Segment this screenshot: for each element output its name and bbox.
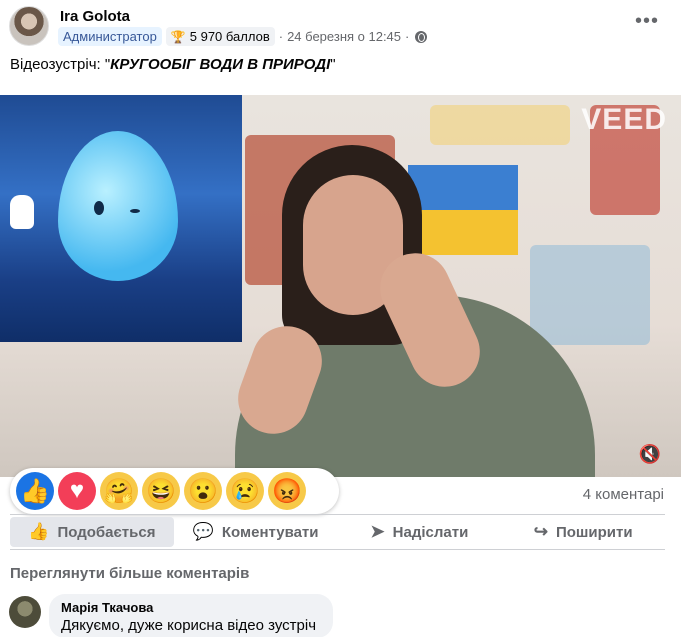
video-player[interactable]: VEED 🔇 xyxy=(0,95,681,477)
role-badge[interactable]: Администратор xyxy=(58,27,162,46)
post-text: Відеозустріч: "КРУГООБІГ ВОДИ В ПРИРОДІ" xyxy=(10,56,336,73)
trophy-icon: 🏆 xyxy=(170,29,186,44)
view-more-comments-link[interactable]: Переглянути більше коментарів xyxy=(10,565,249,582)
post-text-quote-close: " xyxy=(330,56,336,73)
love-reaction-icon[interactable]: ♥ xyxy=(58,472,96,510)
like-label: Подобається xyxy=(57,523,156,541)
meta-separator: · xyxy=(278,29,284,44)
globe-icon xyxy=(415,30,428,43)
mute-icon[interactable]: 🔇 xyxy=(639,444,661,465)
reaction-picker: 👍 ♥ 🤗 😆 😮 😢 😡 xyxy=(10,468,339,514)
share-icon: ↪ xyxy=(533,522,548,541)
wow-reaction-icon[interactable]: 😮 xyxy=(184,472,222,510)
wall-decoration xyxy=(430,105,570,145)
care-reaction-icon[interactable]: 🤗 xyxy=(100,472,138,510)
thumbs-up-icon: 👍 xyxy=(28,522,50,541)
comments-count[interactable]: 4 коментарі xyxy=(583,486,664,503)
post-actions-bar: 👍 Подобається 💬 Коментувати ➤ Надіслати … xyxy=(10,514,665,550)
angry-reaction-icon[interactable]: 😡 xyxy=(268,472,306,510)
comment-icon: 💬 xyxy=(192,522,214,541)
points-badge[interactable]: 🏆 5 970 баллов xyxy=(165,27,275,46)
wall-decoration xyxy=(530,245,650,345)
comment-bubble: Марія Ткачова Дякуємо, дуже корисна віде… xyxy=(49,594,333,637)
more-options-icon[interactable]: ••• xyxy=(635,10,659,33)
veed-watermark: VEED xyxy=(581,103,667,136)
points-label: 5 970 баллов xyxy=(189,29,270,44)
share-button[interactable]: ↪ Поширити xyxy=(501,515,665,549)
send-button[interactable]: ➤ Надіслати xyxy=(338,515,502,549)
like-reaction-icon[interactable]: 👍 xyxy=(16,472,54,510)
flag-decoration xyxy=(408,165,518,210)
water-drop-illustration xyxy=(0,95,242,342)
post-text-prefix: Відеозустріч: xyxy=(10,56,105,73)
flag-decoration xyxy=(408,210,518,255)
meta-separator: · xyxy=(405,29,410,44)
commenter-name[interactable]: Марія Ткачова xyxy=(61,600,321,615)
comment-item: Марія Ткачова Дякуємо, дуже корисна віде… xyxy=(9,594,339,637)
drop-eye xyxy=(130,209,140,213)
post-meta: Администратор 🏆 5 970 баллов · 24 березн… xyxy=(58,27,428,46)
comment-button[interactable]: 💬 Коментувати xyxy=(174,515,338,549)
author-avatar[interactable] xyxy=(9,6,49,46)
comment-label: Коментувати xyxy=(221,523,319,541)
like-button[interactable]: 👍 Подобається xyxy=(10,517,174,547)
share-label: Поширити xyxy=(555,523,633,541)
post-header: Ira Golota Администратор 🏆 5 970 баллов … xyxy=(0,0,681,52)
send-label: Надіслати xyxy=(392,523,469,541)
comment-text: Дякуємо, дуже корисна відео зустріч ! xyxy=(61,617,317,637)
drop-eye xyxy=(94,201,104,215)
post-text-title: КРУГООБІГ ВОДИ В ПРИРОДІ xyxy=(110,56,331,73)
commenter-avatar[interactable] xyxy=(9,596,41,628)
sad-reaction-icon[interactable]: 😢 xyxy=(226,472,264,510)
water-drop-character xyxy=(58,131,178,281)
thumbs-up-hand xyxy=(10,195,34,229)
haha-reaction-icon[interactable]: 😆 xyxy=(142,472,180,510)
author-name[interactable]: Ira Golota xyxy=(60,8,130,25)
send-icon: ➤ xyxy=(370,522,385,541)
post-date[interactable]: 24 березня о 12:45 xyxy=(287,29,401,44)
